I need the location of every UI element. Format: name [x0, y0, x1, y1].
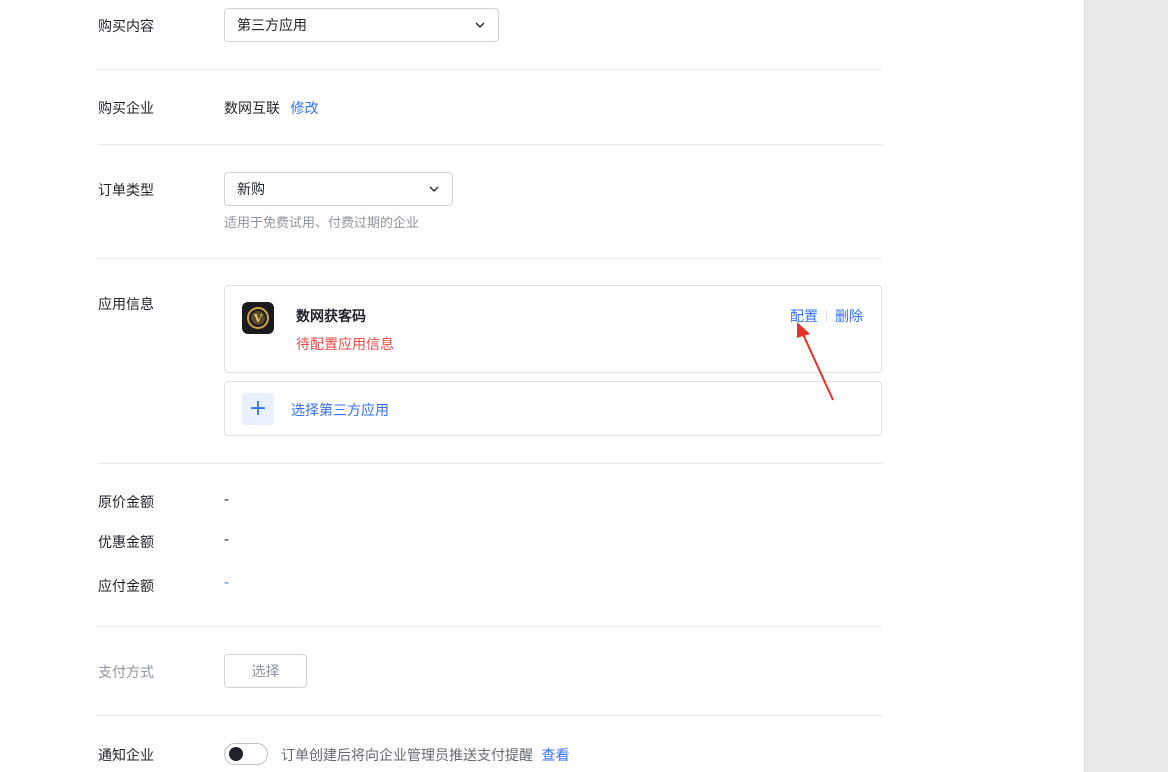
divider — [98, 715, 882, 716]
edit-company-link[interactable]: 修改 — [290, 101, 318, 117]
select-third-party-app-button[interactable]: + 选择第三方应用 — [224, 381, 882, 436]
app-info-label: 应用信息 — [98, 297, 154, 313]
discount-amount-value: - — [224, 532, 230, 548]
order-type-value: 新购 — [237, 182, 265, 198]
order-type-select[interactable]: 新购 — [224, 172, 453, 206]
app-status: 待配置应用信息 — [296, 337, 394, 353]
discount-amount-label: 优惠金额 — [98, 535, 154, 551]
notify-text-row: 订单创建后将向企业管理员推送支付提醒 查看 — [281, 745, 569, 765]
purchase-company-value: 数网互联 — [224, 101, 280, 117]
original-amount-value: - — [224, 492, 230, 508]
select-app-label: 选择第三方应用 — [291, 403, 389, 419]
purchase-company-row: 数网互联 修改 — [224, 98, 318, 118]
view-link[interactable]: 查看 — [541, 748, 569, 764]
toggle-knob — [229, 747, 243, 761]
annotation-arrow-icon — [797, 322, 834, 401]
divider — [98, 626, 882, 627]
choose-payment-button[interactable]: 选择 — [224, 654, 307, 688]
app-logo-icon: V — [242, 302, 274, 334]
notify-toggle[interactable] — [224, 743, 268, 765]
purchase-content-label: 购买内容 — [98, 19, 154, 35]
purchase-content-select[interactable]: 第三方应用 — [224, 8, 499, 42]
app-card: V 数网获客码 待配置应用信息 配置 删除 — [224, 285, 882, 373]
app-logo-glyph: V — [247, 307, 269, 329]
order-type-hint: 适用于免费试用、付费过期的企业 — [224, 216, 420, 231]
chevron-down-icon — [428, 183, 440, 195]
order-type-label: 订单类型 — [98, 183, 154, 199]
payment-method-label: 支付方式 — [98, 665, 154, 681]
original-amount-label: 原价金额 — [98, 495, 154, 511]
chevron-down-icon — [474, 19, 486, 31]
purchase-content-value: 第三方应用 — [237, 18, 307, 34]
divider — [98, 69, 882, 70]
payable-amount-value: - — [224, 575, 230, 591]
divider — [98, 144, 882, 145]
app-name: 数网获客码 — [296, 309, 366, 325]
divider — [98, 258, 882, 259]
purchase-company-label: 购买企业 — [98, 101, 154, 117]
side-panel — [1084, 0, 1168, 772]
plus-icon: + — [242, 393, 274, 425]
notify-description: 订单创建后将向企业管理员推送支付提醒 — [281, 748, 533, 764]
divider — [98, 463, 882, 464]
notify-company-label: 通知企业 — [98, 748, 154, 764]
payable-amount-label: 应付金额 — [98, 579, 154, 595]
